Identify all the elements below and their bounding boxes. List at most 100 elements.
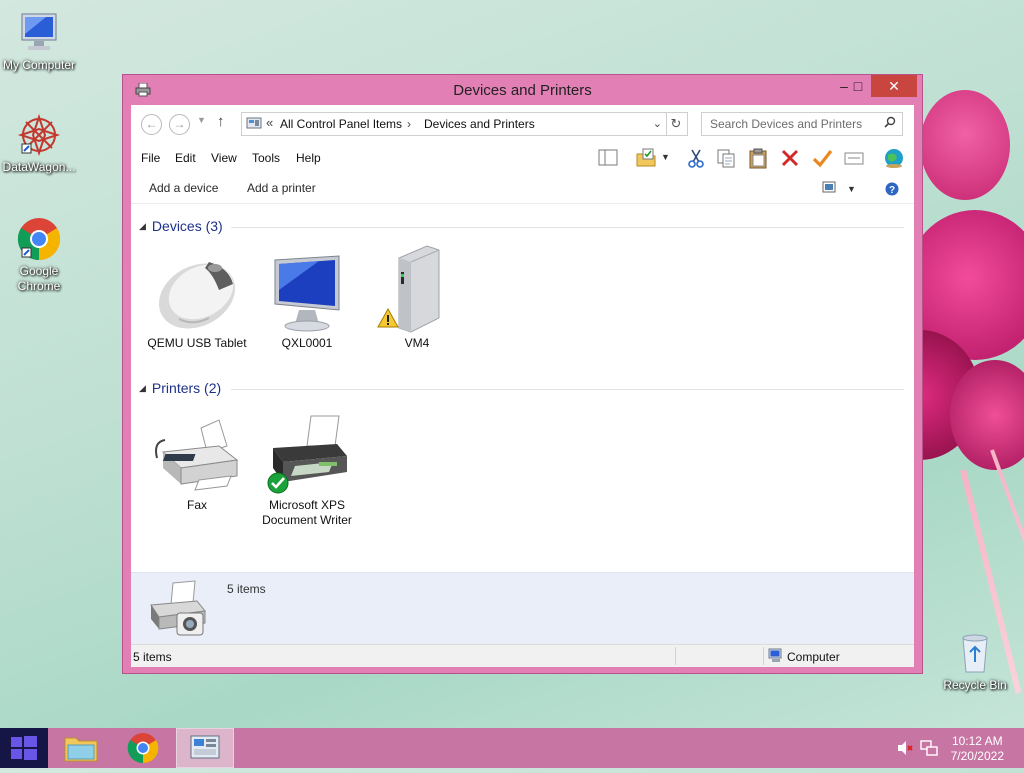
collapse-triangle-icon[interactable]: ◢	[139, 221, 146, 231]
printer-name: Microsoft XPS Document Writer	[262, 498, 352, 527]
breadcrumb-all-control-panel-items[interactable]: All Control Panel Items	[280, 117, 402, 131]
desktop-icon-google-chrome[interactable]: Google Chrome	[0, 216, 78, 294]
system-clock[interactable]: 10:12 AM 7/20/2022	[951, 734, 1004, 764]
window-client-area: ← → ▼ ↑ « All Control Panel Items › Devi…	[131, 105, 914, 667]
desktop-icon-label: Google Chrome	[17, 264, 61, 293]
device-name: VM4	[404, 336, 430, 350]
desktop-icon-label: Recycle Bin	[943, 678, 1007, 692]
printer-fax[interactable]: Fax	[142, 406, 252, 513]
desktop-icon-label: My Computer	[2, 58, 76, 72]
volume-muted-icon[interactable]	[896, 740, 914, 761]
clock-date: 7/20/2022	[950, 749, 1004, 763]
copy-icon[interactable]	[715, 147, 737, 169]
device-qemu-usb-tablet[interactable]: QEMU USB Tablet	[142, 244, 252, 351]
breadcrumb-separator[interactable]: ›	[407, 117, 411, 131]
device-vm4[interactable]: VM4	[362, 244, 472, 351]
window-title: Devices and Printers	[453, 82, 592, 99]
menu-file[interactable]: File	[141, 151, 160, 165]
warning-icon	[377, 308, 399, 328]
default-printer-check-icon	[267, 472, 289, 494]
paste-icon[interactable]	[747, 147, 769, 169]
fax-icon	[149, 406, 245, 496]
breadcrumb-devices-and-printers[interactable]: Devices and Printers	[424, 117, 535, 131]
items-view: ◢ Devices (3) QEMU USB Tablet QXL0001 VM…	[131, 204, 914, 572]
menu-view[interactable]: View	[211, 151, 237, 165]
menu-help[interactable]: Help	[296, 151, 321, 165]
close-button[interactable]: ✕	[871, 75, 917, 97]
device-qxl0001[interactable]: QXL0001	[252, 244, 362, 351]
dropdown-icon[interactable]: ▼	[661, 152, 671, 174]
chrome-icon	[16, 216, 62, 262]
svg-text:?: ?	[889, 185, 895, 196]
taskbar-google-chrome[interactable]	[114, 728, 172, 768]
command-bar: Add a device Add a printer ▼ ?	[131, 173, 914, 204]
add-device-button[interactable]: Add a device	[149, 181, 218, 195]
status-location: Computer	[787, 650, 840, 664]
computer-small-icon	[768, 648, 784, 666]
back-button[interactable]: ←	[141, 114, 162, 135]
up-button[interactable]: ↑	[217, 113, 225, 130]
desktop-icon-datawagon[interactable]: DataWagon...	[0, 112, 78, 175]
group-title: Printers (2)	[151, 380, 222, 396]
external-drive-icon	[369, 244, 465, 334]
globe-icon[interactable]	[883, 147, 905, 169]
group-header-printers[interactable]: ◢ Printers (2)	[139, 380, 221, 396]
desktop-icon-recycle-bin[interactable]: Recycle Bin	[936, 630, 1014, 693]
windows-logo-icon	[11, 736, 37, 760]
group-title: Devices (3)	[151, 218, 223, 234]
properties-icon[interactable]	[635, 147, 657, 169]
delete-icon[interactable]	[779, 147, 801, 169]
start-button[interactable]	[0, 728, 48, 768]
cut-icon[interactable]	[685, 147, 707, 169]
taskbar-devices-and-printers[interactable]	[176, 728, 234, 768]
status-item-count: 5 items	[133, 650, 172, 664]
forward-button[interactable]: →	[169, 114, 190, 135]
address-dropdown-icon[interactable]: ⌄	[653, 117, 662, 130]
datawagon-icon	[16, 112, 62, 158]
address-bar[interactable]: « All Control Panel Items › Devices and …	[241, 112, 667, 136]
desktop-icon-my-computer[interactable]: My Computer	[0, 10, 78, 73]
refresh-button[interactable]: ↻	[665, 112, 688, 136]
group-divider	[231, 389, 904, 390]
title-bar[interactable]: Devices and Printers – □ ✕	[123, 75, 922, 105]
checkmark-icon[interactable]	[811, 147, 833, 169]
search-box[interactable]	[701, 112, 903, 136]
devices-and-printers-large-icon	[147, 577, 209, 644]
monitor-icon	[259, 244, 355, 334]
help-icon[interactable]: ?	[885, 182, 907, 204]
view-options-dropdown-icon[interactable]: ▼	[847, 184, 857, 206]
search-icon[interactable]	[884, 116, 896, 131]
address-row: ← → ▼ ↑ « All Control Panel Items › Devi…	[131, 105, 914, 143]
desktop-icon-label: DataWagon...	[2, 160, 76, 174]
devices-and-printers-window[interactable]: Devices and Printers – □ ✕ ← → ▼ ↑ « All…	[122, 74, 923, 674]
printer-name: Fax	[186, 498, 207, 512]
network-icon[interactable]	[920, 739, 938, 762]
control-panel-small-icon	[246, 116, 262, 134]
chrome-icon	[127, 733, 159, 764]
printer-icon	[259, 406, 355, 496]
search-input[interactable]	[708, 116, 880, 132]
details-item-count: 5 items	[227, 582, 266, 596]
printer-microsoft-xps-document-writer[interactable]: Microsoft XPS Document Writer	[252, 406, 362, 528]
status-divider	[675, 647, 676, 665]
menu-bar: File Edit View Tools Help ▼	[131, 143, 914, 173]
clock-time: 10:12 AM	[951, 734, 1003, 748]
address-prefix[interactable]: «	[266, 115, 273, 130]
menu-edit[interactable]: Edit	[175, 151, 196, 165]
change-view-icon[interactable]	[821, 179, 843, 201]
details-pane: 5 items	[131, 572, 914, 645]
device-name: QEMU USB Tablet	[147, 336, 247, 350]
control-panel-icon	[190, 735, 220, 759]
status-bar: 5 items Computer	[131, 644, 914, 667]
add-printer-button[interactable]: Add a printer	[247, 181, 316, 195]
group-header-devices[interactable]: ◢ Devices (3)	[139, 218, 223, 234]
maximize-button[interactable]: □	[843, 75, 873, 97]
preview-pane-icon[interactable]	[597, 147, 619, 169]
taskbar-file-explorer[interactable]	[52, 728, 110, 768]
collapse-triangle-icon[interactable]: ◢	[139, 383, 146, 393]
file-explorer-icon	[64, 737, 98, 762]
recent-locations-dropdown[interactable]: ▼	[197, 115, 206, 125]
rename-icon[interactable]	[843, 147, 865, 169]
menu-tools[interactable]: Tools	[252, 151, 280, 165]
computer-icon	[16, 10, 62, 56]
